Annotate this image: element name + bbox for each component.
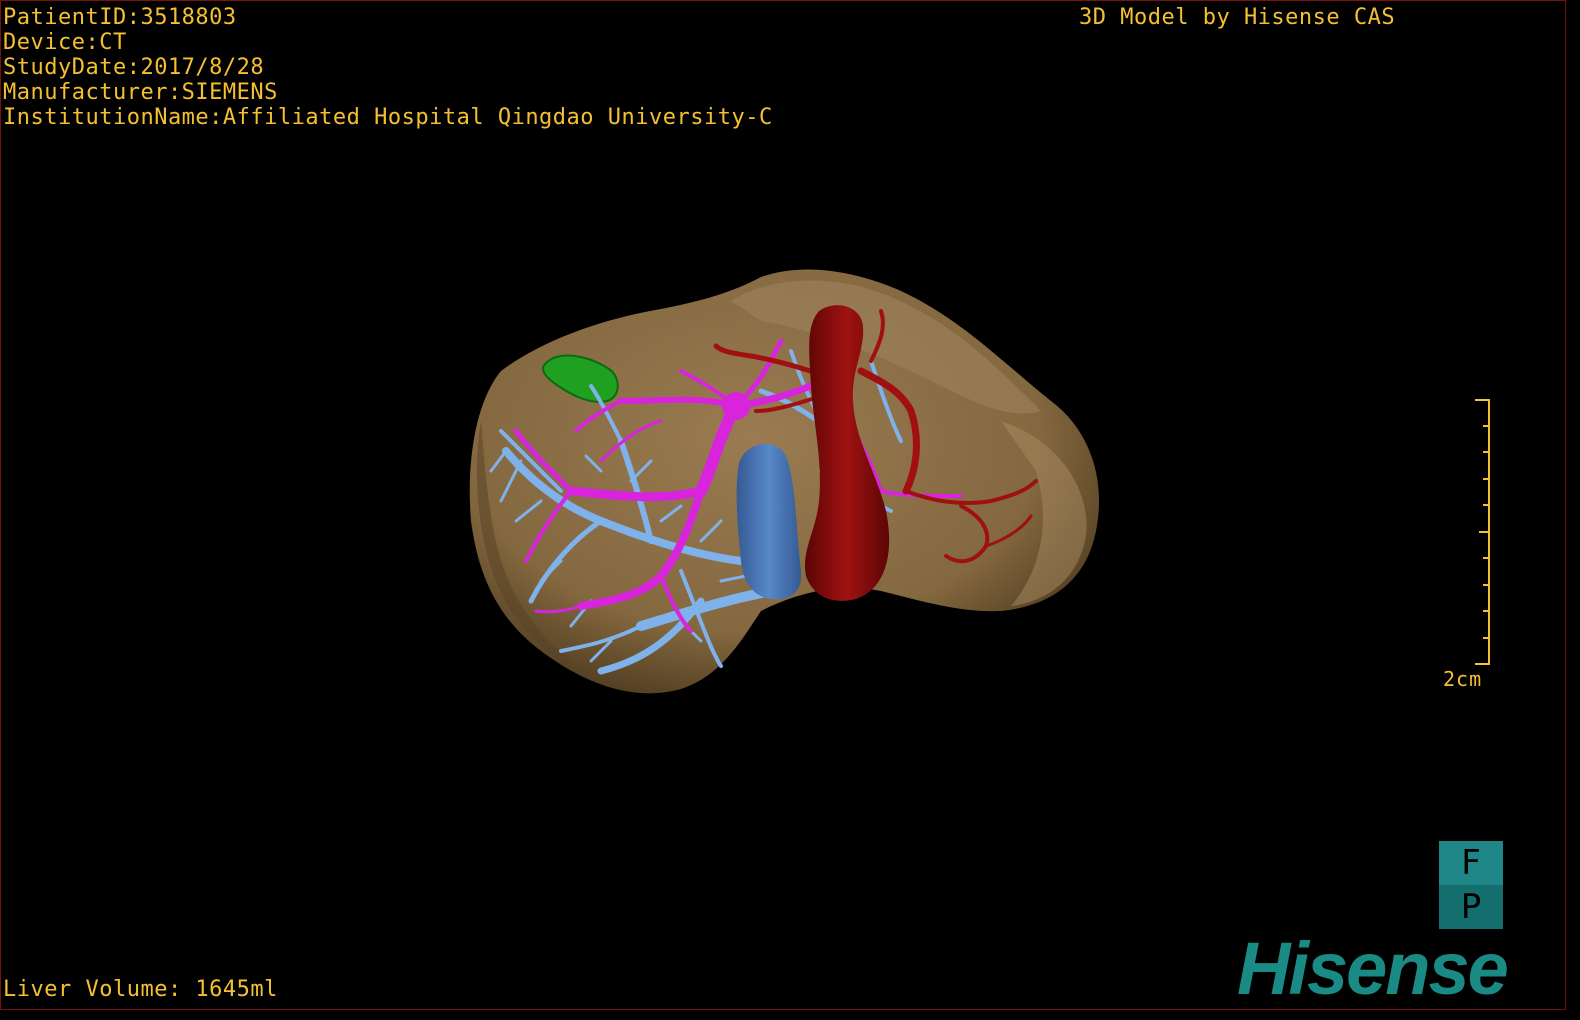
portal-vein-bifurcation xyxy=(722,392,750,420)
orientation-top-face: F xyxy=(1439,841,1503,885)
orientation-indicator[interactable]: F P xyxy=(1439,841,1503,929)
hisense-logo: Hisense xyxy=(1237,927,1509,1010)
liver-volume-text: Liver Volume: 1645ml xyxy=(3,977,278,1002)
3d-viewport[interactable]: PatientID:3518803 Device:CT StudyDate:20… xyxy=(0,0,1566,1010)
orientation-bottom-face: P xyxy=(1439,885,1503,929)
liver-3d-model[interactable] xyxy=(1,1,1566,1010)
scale-bar-label: 2cm xyxy=(1443,667,1483,691)
scale-bar xyxy=(1475,399,1490,665)
